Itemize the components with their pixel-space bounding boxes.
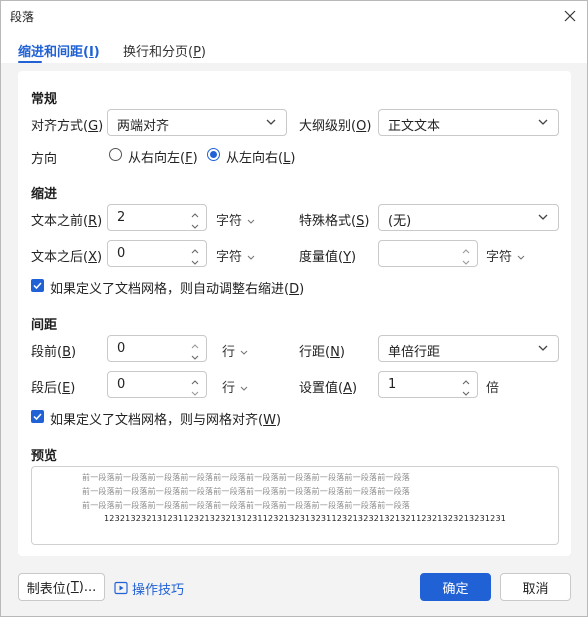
auto-adjust-right-indent-checkbox[interactable] [31,279,44,292]
outline-level-label: 大纲级别(O) [299,119,372,134]
special-format-label: 特殊格式(S) [299,214,370,229]
paragraph-preview: 前一段落前一段落前一段落前一段落前一段落前一段落前一段落前一段落前一段落前一段落… [31,466,559,545]
chevron-down-icon [538,345,548,351]
auto-adjust-right-indent-label[interactable]: 如果定义了文档网格，则自动调整右缩进(D) [50,278,304,297]
chevron-down-icon[interactable] [190,386,200,396]
spacing-before-stepper[interactable]: 0 [107,335,207,362]
special-format-select[interactable]: (无) [378,204,559,231]
chevron-down-icon [247,219,255,224]
active-tab-indicator [18,61,42,63]
outline-level-select[interactable]: 正文文本 [378,109,559,136]
chevron-up-icon[interactable] [190,339,200,349]
preview-previous-line: 前一段落前一段落前一段落前一段落前一段落前一段落前一段落前一段落前一段落前一段落 [82,473,410,482]
direction-label: 方向 [31,152,58,167]
section-general-title: 常规 [31,92,58,107]
indent-after-value: 0 [117,246,126,261]
direction-ltr-radio[interactable] [207,148,220,161]
line-spacing-select[interactable]: 单倍行距 [378,335,559,362]
measure-unit[interactable]: 字符 [486,246,525,265]
preview-previous-line: 前一段落前一段落前一段落前一段落前一段落前一段落前一段落前一段落前一段落前一段落 [82,487,410,496]
chevron-down-icon[interactable] [461,386,471,396]
chevron-down-icon [247,255,255,260]
chevron-down-icon[interactable] [190,350,200,360]
alignment-label: 对齐方式(G) [31,119,104,134]
set-value-stepper[interactable]: 1 [378,371,478,398]
chevron-down-icon [240,350,248,355]
chevron-down-icon[interactable] [190,219,200,229]
stepper-arrows[interactable] [461,244,471,265]
stepper-arrows[interactable] [190,208,200,229]
alignment-value: 两端对齐 [117,119,170,134]
tab-indent-spacing[interactable]: 缩进和间距(I) [18,41,100,60]
direction-rtl-label[interactable]: 从右向左(F) [128,147,198,166]
section-indent-title: 缩进 [31,187,58,202]
set-value-label: 设置值(A) [299,381,358,396]
spacing-after-unit[interactable]: 行 [222,377,248,396]
cancel-button[interactable]: 取消 [500,573,571,601]
ok-button[interactable]: 确定 [420,573,491,601]
line-spacing-label: 行距(N) [299,345,345,360]
stepper-arrows[interactable] [461,375,471,396]
spacing-before-value: 0 [117,341,126,356]
line-spacing-value: 单倍行距 [388,345,441,360]
chevron-down-icon[interactable] [190,255,200,265]
tips-link[interactable]: 操作技巧 [114,579,184,598]
spacing-before-label: 段前(B) [31,345,77,360]
indent-after-unit[interactable]: 字符 [216,246,255,265]
chevron-down-icon [240,386,248,391]
stepper-arrows[interactable] [190,375,200,396]
checkmark-icon [33,282,42,290]
tab-line-page-breaks[interactable]: 换行和分页(P) [123,41,206,60]
special-format-value: (无) [388,214,412,229]
stepper-arrows[interactable] [190,244,200,265]
chevron-up-icon[interactable] [190,208,200,218]
tips-link-label[interactable]: 操作技巧 [132,579,184,598]
indent-before-value: 2 [117,210,126,225]
outline-level-value: 正文文本 [388,119,441,134]
indent-before-label: 文本之前(R) [31,214,103,229]
chevron-down-icon [517,255,525,260]
indent-after-stepper[interactable]: 0 [107,240,207,267]
checkmark-icon [33,413,42,421]
spacing-before-unit[interactable]: 行 [222,341,248,360]
paragraph-dialog: 段落 缩进和间距(I) 换行和分页(P) 常规 对齐方式(G) 两端对齐 大纲级… [0,0,588,617]
close-icon [564,10,576,22]
chevron-up-icon[interactable] [461,375,471,385]
preview-previous-line: 前一段落前一段落前一段落前一段落前一段落前一段落前一段落前一段落前一段落前一段落 [82,501,410,510]
snap-to-grid-label[interactable]: 如果定义了文档网格，则与网格对齐(W) [50,409,281,428]
dialog-title: 段落 [10,10,35,24]
section-spacing-title: 间距 [31,318,58,333]
chevron-up-icon[interactable] [190,375,200,385]
set-value-unit: 倍 [486,381,500,396]
direction-rtl-radio[interactable] [109,148,122,161]
snap-to-grid-checkbox[interactable] [31,410,44,423]
spacing-after-label: 段后(E) [31,381,76,396]
chevron-up-icon[interactable] [190,244,200,254]
chevron-down-icon [266,119,276,125]
alignment-select[interactable]: 两端对齐 [107,109,287,136]
spacing-after-value: 0 [117,377,126,392]
indent-before-unit[interactable]: 字符 [216,210,255,229]
tab-stops-button[interactable]: 制表位(T)... [18,573,105,601]
chevron-down-icon[interactable] [461,255,471,265]
close-button[interactable] [557,3,583,29]
section-preview-title: 预览 [31,449,58,464]
indent-after-label: 文本之后(X) [31,250,103,265]
measure-stepper[interactable] [378,240,478,267]
set-value-value: 1 [388,377,397,392]
preview-current-line: 1232132321312311232132321312311232132313… [104,514,507,523]
play-video-icon [114,581,128,595]
spacing-after-stepper[interactable]: 0 [107,371,207,398]
chevron-down-icon [538,214,548,220]
direction-ltr-label[interactable]: 从左向右(L) [226,147,295,166]
measure-label: 度量值(Y) [299,250,357,265]
chevron-down-icon [538,119,548,125]
title-bar: 段落 [1,1,587,31]
chevron-up-icon[interactable] [461,244,471,254]
stepper-arrows[interactable] [190,339,200,360]
tab-bar: 缩进和间距(I) 换行和分页(P) [1,31,587,63]
indent-before-stepper[interactable]: 2 [107,204,207,231]
